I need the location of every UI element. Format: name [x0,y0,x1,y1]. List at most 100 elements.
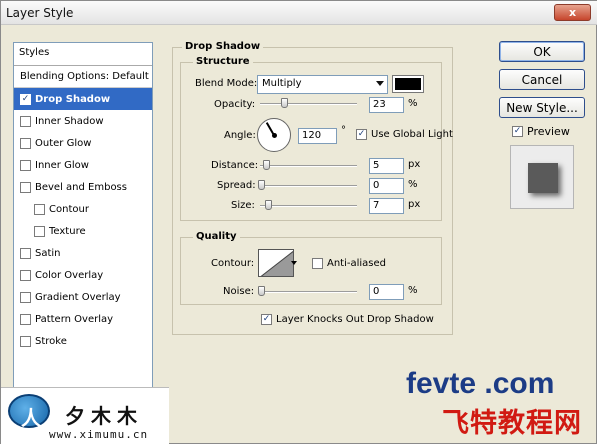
anti-aliased-label: Anti-aliased [327,258,387,269]
size-slider-thumb[interactable] [265,200,272,210]
styles-header: Styles [14,43,152,66]
angle-input[interactable]: 120 [298,128,337,144]
sidebar-item-contour[interactable]: Contour [14,198,152,220]
size-unit: px [408,199,421,210]
blend-mode-value: Multiply [262,78,302,89]
contour-label: Contour: [211,258,255,269]
sidebar-item-stroke[interactable]: Stroke [14,330,152,352]
noise-input[interactable]: 0 [369,284,404,300]
sidebar-item-color-overlay[interactable]: Color Overlay [14,264,152,286]
spread-slider-track[interactable] [260,185,357,187]
sidebar-item-texture[interactable]: Texture [14,220,152,242]
sidebar-item-gradient-overlay[interactable]: Gradient Overlay [14,286,152,308]
use-global-light-box: ✓ [356,129,367,140]
opacity-unit: % [408,98,418,109]
contour-picker[interactable] [258,249,294,277]
distance-unit: px [408,159,421,170]
use-global-light-label: Use Global Light [371,129,453,140]
angle-center-dot [272,133,277,138]
watermark-right-chinese: 飞特教程网 [442,408,582,438]
sidebar-item-label: Drop Shadow [35,93,111,105]
sidebar-item-label: Inner Shadow [35,115,104,127]
layer-knocks-out-checkbox[interactable]: ✓ Layer Knocks Out Drop Shadow [261,314,434,325]
distance-slider-thumb[interactable] [263,160,270,170]
satin-checkbox[interactable] [20,247,31,259]
sidebar-item-bevel-and-emboss[interactable]: Bevel and Emboss [14,176,152,198]
opacity-input[interactable]: 23 [369,97,404,113]
layer-style-dialog: Layer Style x Styles Blending Options: D… [0,0,597,444]
contour-dropdown-arrow-icon[interactable] [291,261,297,265]
sidebar-item-satin[interactable]: Satin [14,242,152,264]
blend-mode-select[interactable]: Multiply [257,75,388,94]
distance-label: Distance: [211,160,259,171]
noise-slider-thumb[interactable] [258,286,265,296]
sidebar-item-outer-glow[interactable]: Outer Glow [14,132,152,154]
pattern-overlay-checkbox[interactable] [20,313,31,325]
sidebar-item-label: Pattern Overlay [35,313,114,325]
sidebar-item-inner-glow[interactable]: Inner Glow [14,154,152,176]
opacity-slider-thumb[interactable] [281,98,288,108]
distance-slider-track[interactable] [260,165,357,167]
spread-unit: % [408,179,418,190]
size-slider-track[interactable] [260,205,357,207]
watermark-left-url: www.ximumu.cn [49,428,149,441]
opacity-label: Opacity: [214,99,256,110]
cancel-button[interactable]: Cancel [499,69,585,90]
inner-glow-checkbox[interactable] [20,159,31,171]
structure-title: Structure [193,56,253,67]
sidebar-item-inner-shadow[interactable]: Inner Shadow [14,110,152,132]
spread-slider-thumb[interactable] [258,180,265,190]
new-style-button[interactable]: New Style... [499,97,585,118]
sidebar-item-label: Stroke [35,335,67,347]
sidebar-item-label: Contour [49,203,89,215]
sidebar-item-drop-shadow[interactable]: ✓ Drop Shadow [14,88,152,110]
styles-list: Styles Blending Options: Default ✓ Drop Sh… [13,42,153,392]
angle-dial[interactable] [257,118,291,152]
texture-checkbox[interactable] [34,225,45,237]
layer-knocks-out-box: ✓ [261,314,272,325]
spread-input[interactable]: 0 [369,178,404,194]
angle-unit: ° [341,125,346,136]
anti-aliased-checkbox[interactable]: Anti-aliased [312,258,386,269]
style-preview-thumbnail [510,145,574,209]
window-title: Layer Style [6,6,74,20]
layer-knocks-out-label: Layer Knocks Out Drop Shadow [276,314,434,325]
blend-mode-label: Blend Mode: [195,78,258,89]
sidebar-item-label: Texture [49,225,86,237]
contour-checkbox[interactable] [34,203,45,215]
bevel-and-emboss-checkbox[interactable] [20,181,31,193]
watermark-ximumu: 人 夕木木 www.ximumu.cn [1,387,169,444]
opacity-slider-track[interactable] [260,103,357,105]
ok-button[interactable]: OK [499,41,585,62]
sidebar-item-pattern-overlay[interactable]: Pattern Overlay [14,308,152,330]
chevron-down-icon [376,81,384,86]
noise-slider-track[interactable] [260,291,357,293]
watermark-left-chinese: 夕木木 [65,404,143,428]
distance-input[interactable]: 5 [369,158,404,174]
size-input[interactable]: 7 [369,198,404,214]
sidebar-item-label: Bevel and Emboss [35,181,127,193]
drop-shadow-title: Drop Shadow [182,41,264,52]
drop-shadow-checkbox[interactable]: ✓ [20,93,31,105]
close-button[interactable]: x [554,4,591,21]
shadow-color-swatch[interactable] [392,75,424,93]
sidebar-item-blending-options-default[interactable]: Blending Options: Default [14,66,152,88]
preview-box: ✓ [512,126,523,137]
sidebar-item-label: Inner Glow [35,159,89,171]
preview-shape [528,163,558,193]
preview-checkbox[interactable]: ✓ Preview [512,125,570,138]
watermark-right-english: fevte .com [406,367,555,400]
ximumu-logo-icon: 人 [8,394,50,430]
gradient-overlay-checkbox[interactable] [20,291,31,303]
anti-aliased-box [312,258,323,269]
outer-glow-checkbox[interactable] [20,137,31,149]
angle-label: Angle: [224,130,256,141]
stroke-checkbox[interactable] [20,335,31,347]
noise-unit: % [408,285,418,296]
inner-shadow-checkbox[interactable] [20,115,31,127]
color-overlay-checkbox[interactable] [20,269,31,281]
use-global-light-checkbox[interactable]: ✓ Use Global Light [356,129,453,140]
sidebar-item-label: Satin [35,247,61,259]
linear-contour-icon [260,250,293,276]
preview-label: Preview [527,125,570,138]
